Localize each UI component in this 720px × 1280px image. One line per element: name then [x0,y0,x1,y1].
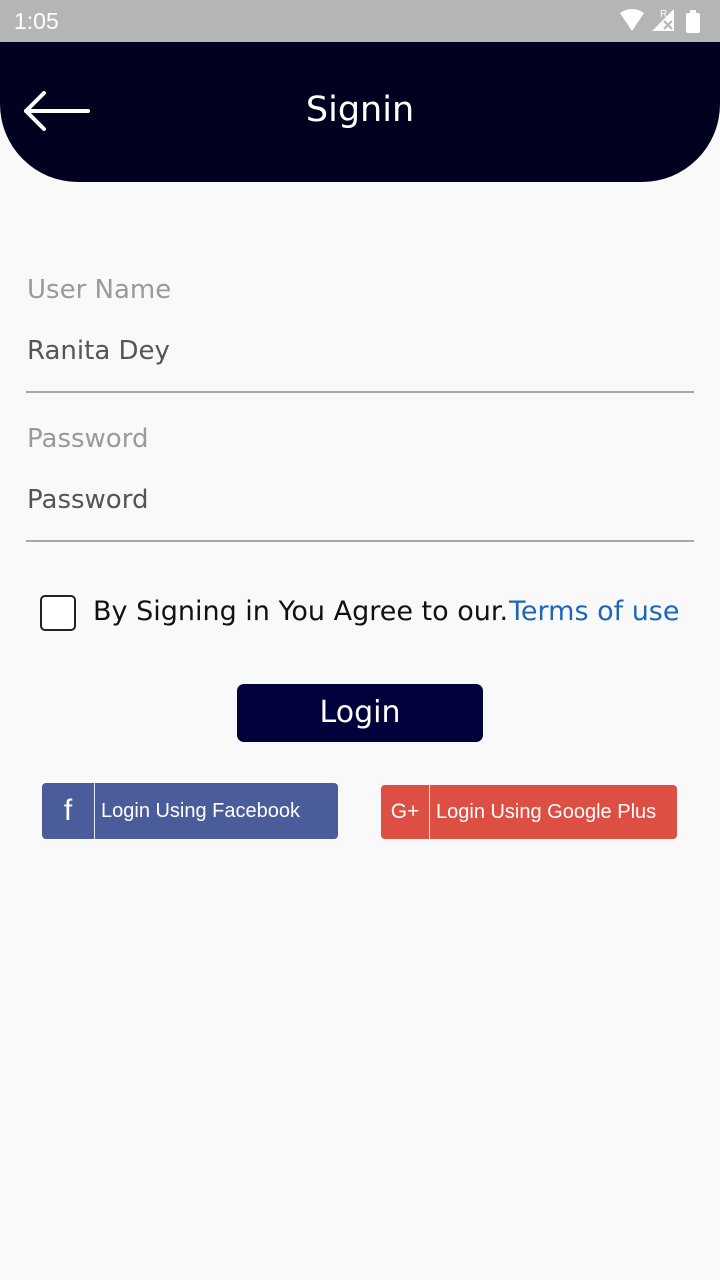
page-title: Signin [305,90,415,130]
login-button[interactable]: Login [237,684,483,742]
battery-icon [686,10,700,33]
terms-text: By Signing in You Agree to our. [93,596,509,627]
google-plus-icon: G+ [390,800,420,823]
button-divider [429,785,430,839]
svg-text:R: R [660,9,667,20]
google-plus-login-label: Login Using Google Plus [436,800,657,823]
app-header: Signin [0,42,720,182]
button-divider [94,783,95,839]
password-input[interactable] [26,476,694,524]
status-icons: R [618,7,708,35]
password-underline [26,540,694,542]
username-input[interactable] [26,327,694,375]
username-label: User Name [27,275,172,305]
terms-of-use-link[interactable]: Terms of use [509,596,680,627]
facebook-login-button[interactable]: f Login Using Facebook [42,783,338,839]
username-underline [26,391,694,393]
facebook-login-label: Login Using Facebook [101,799,301,822]
facebook-icon: f [63,794,73,827]
signal-icon: R [652,9,674,31]
password-label: Password [27,424,149,454]
status-time: 1:05 [14,8,59,34]
wifi-icon [620,9,644,31]
status-bar: 1:05 R [0,0,720,42]
terms-checkbox[interactable] [40,595,76,631]
google-plus-login-button[interactable]: G+ Login Using Google Plus [381,785,677,839]
